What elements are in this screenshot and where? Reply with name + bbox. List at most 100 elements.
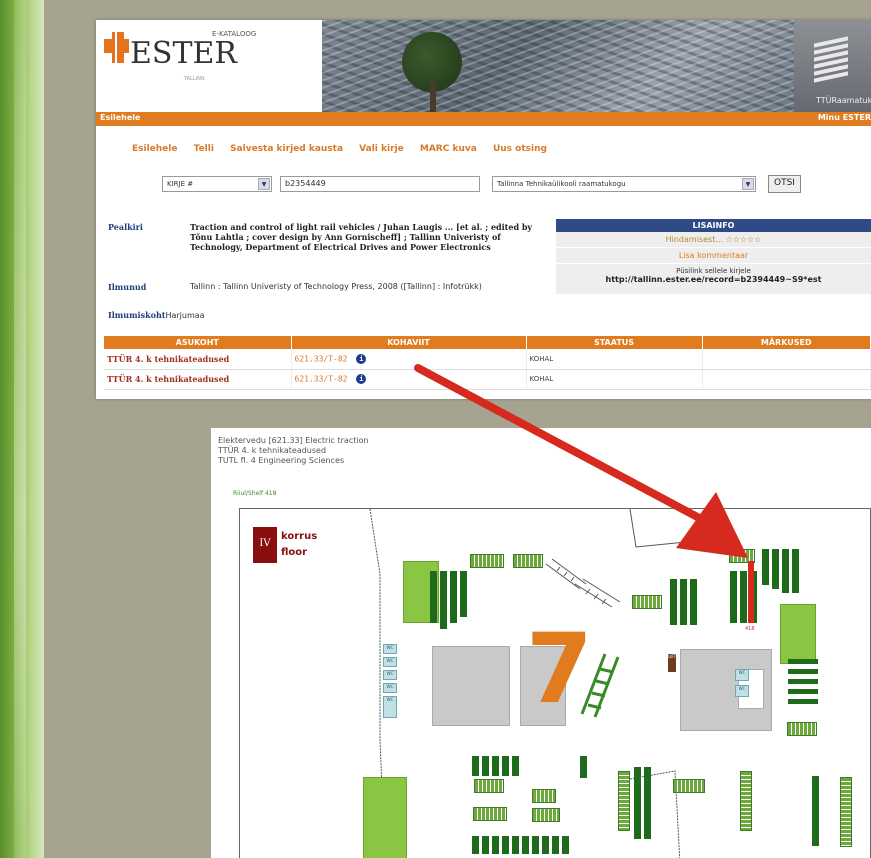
lift-icon: LIFT <box>668 654 676 672</box>
table-block <box>363 777 407 858</box>
title-label: Pealkiri <box>108 222 143 232</box>
plan-title-line: TUTL fl. 4 Engineering Sciences <box>218 456 345 465</box>
shelf-group <box>430 571 467 629</box>
holdings-table: ASUKOHT KOHAVIIT STAATUS MÄRKUSED TTÜR 4… <box>104 336 871 390</box>
wc-icon: WC <box>383 644 397 654</box>
tree-trunk <box>430 80 436 112</box>
col-status: STAATUS <box>526 336 703 349</box>
record-menu: Esilehele Telli Salvesta kirjed kausta V… <box>132 144 560 154</box>
ester-logo-icon <box>104 32 132 63</box>
nav-my-ester-link[interactable]: Minu ESTER <box>818 113 871 122</box>
row-notes <box>702 369 871 390</box>
rating-row[interactable]: Hindamisest... ☆☆☆☆☆ <box>556 232 871 248</box>
seating <box>470 554 504 568</box>
record-published: Tallinn : Tallinn Univeristy of Technolo… <box>190 282 482 291</box>
search-type-value: KIRJE # <box>167 180 194 188</box>
shelf-group <box>580 756 587 778</box>
shelf <box>788 699 818 704</box>
place-label: Ilmumiskoht <box>108 310 166 320</box>
lisainfo-panel: LISAINFO Hindamisest... ☆☆☆☆☆ Lisa komme… <box>556 219 871 294</box>
plan-title-line: Elektervedu [621.33] Electric traction <box>218 436 369 445</box>
floor-map: IV korrus floor 418 LIFT WC WC WC WC WC … <box>239 508 871 858</box>
menu-save[interactable]: Salvesta kirjed kausta <box>230 144 343 154</box>
table-row: TTÜR 4. k tehnikateadused 621.33/T-82 i … <box>104 369 871 390</box>
permalink-url[interactable]: http://tallinn.ester.ee/record=b2394449~… <box>556 275 871 284</box>
ester-header: E-KATALOOG ESTER TALLINN TTÜRaamatukogu <box>96 20 871 112</box>
plan-title: Elektervedu [621.33] Electric traction T… <box>218 436 369 466</box>
chevron-down-icon: ▼ <box>258 178 270 190</box>
menu-marc[interactable]: MARC kuva <box>420 144 477 154</box>
shelf-reference: Riiul/Shelf 418 <box>233 490 277 497</box>
shelf <box>788 679 818 684</box>
holdings-header-row: ASUKOHT KOHAVIIT STAATUS MÄRKUSED <box>104 336 871 349</box>
shelf-group <box>472 756 519 776</box>
lift-label: LIFT <box>668 654 677 659</box>
menu-order[interactable]: Telli <box>194 144 214 154</box>
wc-icon: WC <box>735 685 749 697</box>
target-shelf-label: 418 <box>745 626 755 632</box>
decorative-stripe <box>0 0 44 858</box>
seating <box>532 789 556 803</box>
nav-bar: Esilehele Minu ESTER <box>96 112 871 126</box>
nav-home-link[interactable]: Esilehele <box>100 113 140 122</box>
search-input[interactable]: b2354449 <box>280 176 480 192</box>
menu-new-search[interactable]: Uus otsing <box>493 144 547 154</box>
record-title: Traction and control of light rail vehic… <box>190 222 533 252</box>
header-photo <box>322 20 794 112</box>
row-location: TTÜR 4. k tehnikateadused <box>104 349 292 370</box>
shelf <box>788 689 818 694</box>
library-value: Tallinna Tehnikaülikooli raamatukogu <box>497 180 626 188</box>
shelf-group <box>762 549 799 593</box>
ester-catalogue-screenshot: E-KATALOOG ESTER TALLINN TTÜRaamatukogu … <box>96 20 871 399</box>
stair-number: 7 <box>526 613 593 725</box>
plan-title-line: TTÜR 4. k tehnikateadused <box>218 446 327 455</box>
floor-plan-screenshot: Elektervedu [621.33] Electric traction T… <box>211 428 871 858</box>
shelf-group <box>634 767 651 839</box>
rating-stars-icon[interactable]: ☆☆☆☆☆ <box>726 235 762 244</box>
building-icon <box>814 36 848 86</box>
shelf-group <box>670 579 697 625</box>
logo-city: TALLINN <box>184 76 205 82</box>
row-location: TTÜR 4. k tehnikateadused <box>104 369 292 390</box>
ttu-library-text: TTÜRaamatukogu <box>816 96 871 105</box>
library-select[interactable]: Tallinna Tehnikaülikooli raamatukogu ▼ <box>492 176 756 192</box>
shelf-group <box>812 776 819 846</box>
seating <box>632 595 662 609</box>
ttu-library-logo[interactable]: TTÜRaamatukogu <box>794 20 871 112</box>
place-row: IlmumiskohtHarjumaa <box>108 310 205 320</box>
shelf-group <box>472 836 569 854</box>
menu-select[interactable]: Vali kirje <box>359 144 404 154</box>
menu-home[interactable]: Esilehele <box>132 144 177 154</box>
seating <box>673 779 705 793</box>
lisainfo-header: LISAINFO <box>556 219 871 232</box>
seating <box>473 807 507 821</box>
ester-logo[interactable]: E-KATALOOG ESTER TALLINN <box>104 26 264 106</box>
row-callno[interactable]: 621.33/T-82 <box>295 375 348 384</box>
wc-icon: WC <box>383 657 397 667</box>
search-row: KIRJE # ▼ b2354449 Tallinna Tehnikaüliko… <box>162 175 871 194</box>
search-type-select[interactable]: KIRJE # ▼ <box>162 176 272 192</box>
wc-icon: WC <box>383 670 397 680</box>
shelf <box>788 659 818 664</box>
map-info-icon[interactable]: i <box>356 353 367 364</box>
wc-icon: WC <box>383 683 397 693</box>
service-area <box>432 646 510 726</box>
place-value: Harjumaa <box>165 311 205 320</box>
rating-link[interactable]: Hindamisest... <box>666 235 723 244</box>
col-notes: MÄRKUSED <box>702 336 871 349</box>
map-info-icon[interactable]: i <box>356 374 367 384</box>
logo-wordmark: ESTER <box>130 36 237 71</box>
seating <box>618 771 630 831</box>
chevron-down-icon: ▼ <box>742 178 754 190</box>
published-label: Ilmunud <box>108 282 147 292</box>
row-status: KOHAL <box>526 349 703 370</box>
shelf <box>788 669 818 674</box>
col-location: ASUKOHT <box>104 336 292 349</box>
row-callno[interactable]: 621.33/T-82 <box>295 354 348 363</box>
stripe-highlight <box>14 0 26 858</box>
search-button[interactable]: OTSI <box>768 175 801 193</box>
add-comment-link[interactable]: Lisa kommentaar <box>556 248 871 264</box>
table-row: TTÜR 4. k tehnikateadused 621.33/T-82 i … <box>104 349 871 370</box>
row-status: KOHAL <box>526 369 703 390</box>
permalink-label: Püsilink sellele kirjele <box>676 267 751 275</box>
